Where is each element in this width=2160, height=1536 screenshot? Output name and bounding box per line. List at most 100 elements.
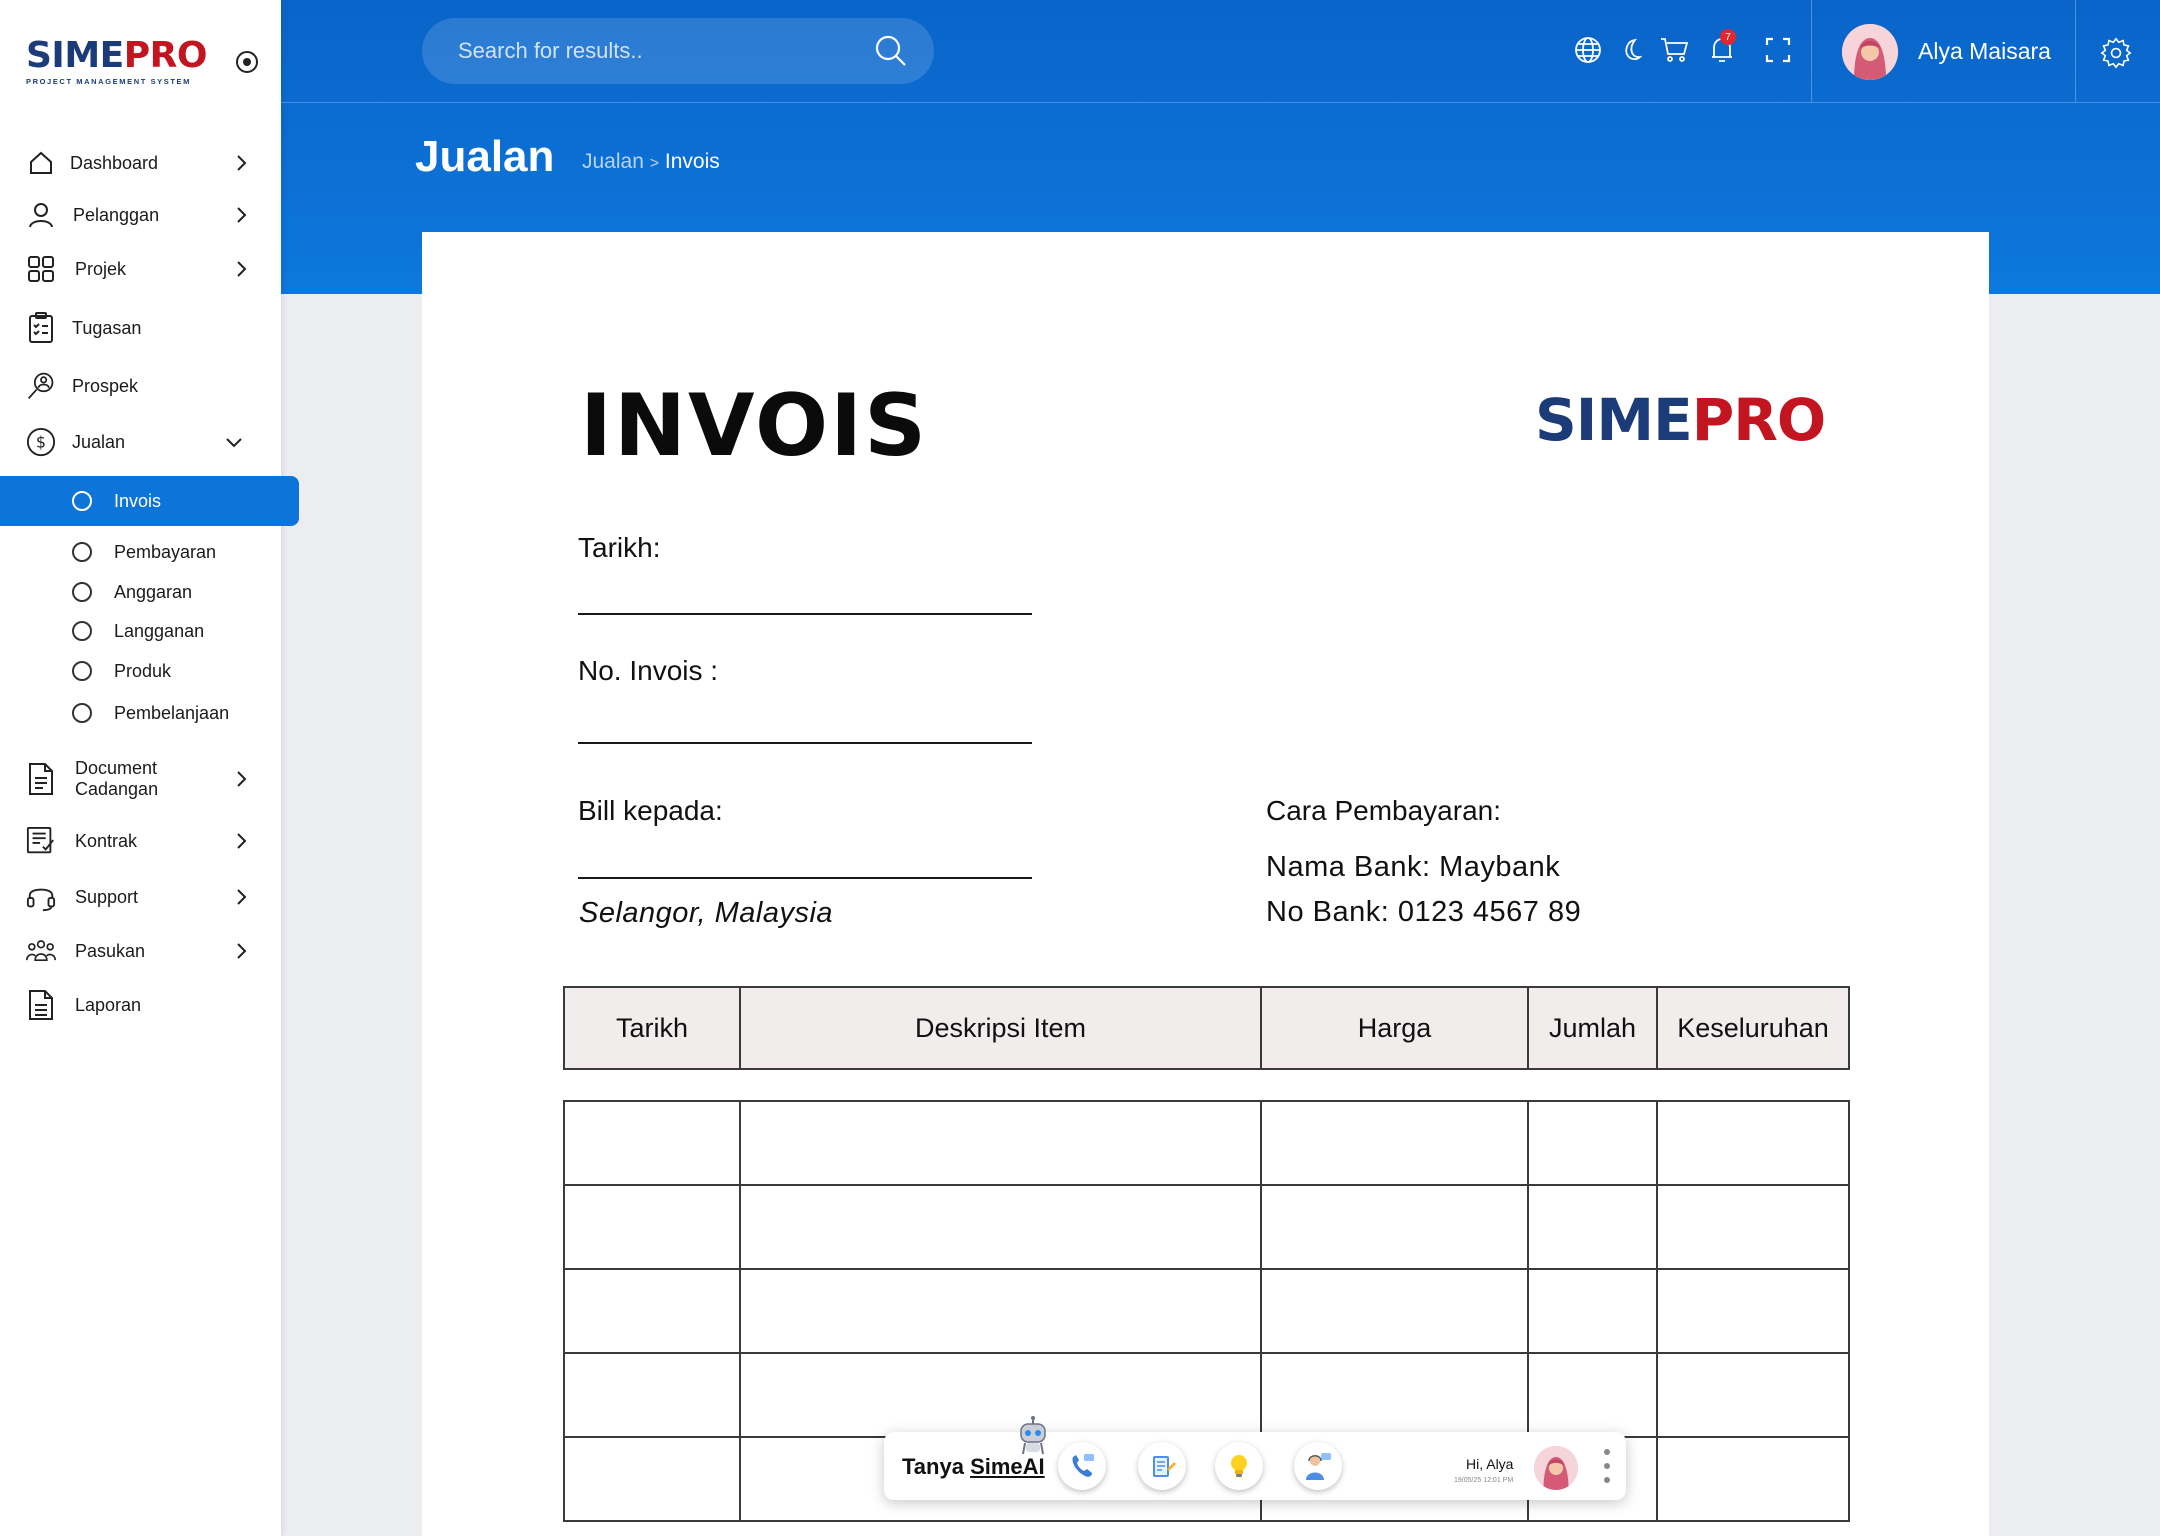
headset-icon bbox=[26, 882, 56, 912]
report-icon bbox=[26, 990, 56, 1020]
more-options-icon[interactable] bbox=[1602, 1446, 1612, 1486]
table-cell[interactable] bbox=[1527, 1268, 1658, 1354]
bill-to-field-line[interactable] bbox=[578, 877, 1032, 879]
table-cell[interactable] bbox=[739, 1100, 1262, 1186]
search-icon[interactable] bbox=[874, 34, 908, 68]
sidebar-item-prospek[interactable]: Prospek bbox=[0, 360, 281, 412]
sidebar-subitem-produk[interactable]: Produk bbox=[0, 651, 300, 691]
sidebar-item-projek[interactable]: Projek bbox=[0, 243, 281, 295]
breadcrumb-parent[interactable]: Jualan bbox=[582, 150, 644, 173]
cart-icon[interactable] bbox=[1658, 34, 1690, 66]
sidebar-item-document-cadangan[interactable]: Document Cadangan bbox=[0, 752, 281, 806]
chat-greeting: Hi, Alya bbox=[1466, 1456, 1514, 1472]
sidebar-item-label: Prospek bbox=[72, 375, 139, 396]
brand-logo[interactable]: SIMEPRO PROJECT MANAGEMENT SYSTEM bbox=[26, 35, 207, 87]
radio-dot-icon bbox=[72, 703, 92, 723]
invoice-logo: SIMEPRO bbox=[1535, 386, 1826, 454]
table-cell[interactable] bbox=[1656, 1268, 1850, 1354]
sidebar-item-label: Jualan bbox=[72, 431, 126, 452]
payment-method-label: Cara Pembayaran: bbox=[1266, 795, 1502, 826]
table-cell[interactable] bbox=[1260, 1184, 1529, 1270]
radio-dot-icon bbox=[72, 542, 92, 562]
user-avatar[interactable] bbox=[1842, 24, 1898, 80]
radio-dot-icon bbox=[72, 491, 92, 511]
radio-dot-icon bbox=[72, 582, 92, 602]
table-cell[interactable] bbox=[739, 1352, 1262, 1438]
user-name[interactable]: Alya Maisara bbox=[1918, 38, 2051, 65]
ask-brand: SimeAI bbox=[970, 1454, 1045, 1479]
moon-icon[interactable] bbox=[1614, 34, 1646, 66]
table-cell[interactable] bbox=[1527, 1352, 1658, 1438]
table-cell[interactable] bbox=[1260, 1352, 1529, 1438]
date-label: Tarikh: bbox=[578, 532, 661, 563]
table-cell[interactable] bbox=[1656, 1184, 1850, 1270]
table-cell[interactable] bbox=[563, 1100, 741, 1186]
table-row bbox=[563, 1268, 1850, 1354]
sidebar-toggle-icon[interactable] bbox=[236, 51, 258, 73]
sidebar-item-label: Document Cadangan bbox=[75, 758, 159, 799]
table-cell[interactable] bbox=[1656, 1436, 1850, 1522]
clipboard-icon bbox=[26, 312, 56, 343]
table-cell[interactable] bbox=[739, 1268, 1262, 1354]
invoice-number-field-line[interactable] bbox=[578, 742, 1032, 744]
notes-icon[interactable] bbox=[1138, 1442, 1186, 1490]
sidebar-subitem-pembayaran[interactable]: Pembayaran bbox=[0, 532, 300, 572]
sidebar-item-kontrak[interactable]: Kontrak bbox=[0, 815, 281, 867]
sidebar-subitem-pembelanjaan[interactable]: Pembelanjaan bbox=[0, 693, 300, 733]
table-cell[interactable] bbox=[1656, 1100, 1850, 1186]
document-icon bbox=[26, 763, 56, 795]
sidebar-item-label: Laporan bbox=[75, 994, 142, 1015]
ask-simeai-label[interactable]: Tanya SimeAI bbox=[902, 1454, 1045, 1480]
date-field-line[interactable] bbox=[578, 613, 1032, 615]
table-cell[interactable] bbox=[1527, 1100, 1658, 1186]
simeai-chat-widget[interactable]: Tanya SimeAI Hi, Alya 19/05/25 12:01 PM bbox=[884, 1416, 1626, 1500]
invoice-title: INVOIS bbox=[580, 376, 929, 476]
invoice-number-label: No. Invois : bbox=[578, 655, 719, 686]
globe-icon[interactable] bbox=[1572, 34, 1604, 66]
table-row bbox=[563, 1184, 1850, 1270]
table-cell[interactable] bbox=[563, 1268, 741, 1354]
search-input[interactable] bbox=[458, 18, 858, 84]
sidebar-item-label: Pelanggan bbox=[73, 204, 160, 225]
brand-part1: SIME bbox=[26, 35, 124, 76]
phone-icon[interactable] bbox=[1058, 1442, 1106, 1490]
support-agent-icon[interactable] bbox=[1294, 1442, 1342, 1490]
gear-icon[interactable] bbox=[2100, 37, 2132, 69]
table-cell[interactable] bbox=[563, 1436, 741, 1522]
fullscreen-icon[interactable] bbox=[1762, 34, 1794, 66]
table-cell[interactable] bbox=[1260, 1100, 1529, 1186]
sidebar-item-support[interactable]: Support bbox=[0, 871, 281, 923]
sidebar-item-tugasan[interactable]: Tugasan bbox=[0, 302, 281, 354]
sidebar-item-pelanggan[interactable]: Pelanggan bbox=[0, 189, 281, 241]
column-header-jumlah: Jumlah bbox=[1527, 986, 1658, 1070]
sidebar-item-label: Kontrak bbox=[75, 830, 138, 851]
sidebar-item-laporan[interactable]: Laporan bbox=[0, 979, 281, 1031]
breadcrumb-current: Invois bbox=[664, 150, 720, 173]
table-cell[interactable] bbox=[563, 1184, 741, 1270]
brand-tagline: PROJECT MANAGEMENT SYSTEM bbox=[26, 77, 192, 86]
sidebar-subitem-anggaran[interactable]: Anggaran bbox=[0, 572, 300, 612]
sidebar-item-pasukan[interactable]: Pasukan bbox=[0, 925, 281, 977]
sidebar-item-dashboard[interactable]: Dashboard bbox=[0, 137, 281, 189]
search-bar[interactable] bbox=[422, 18, 934, 84]
column-header-deskripsi: Deskripsi Item bbox=[739, 986, 1262, 1070]
sidebar-item-jualan[interactable]: $ Jualan bbox=[0, 416, 281, 468]
sidebar-item-label: Projek bbox=[75, 258, 127, 279]
invoice-logo-part2: PRO bbox=[1691, 386, 1826, 454]
sidebar-item-label: Dashboard bbox=[70, 152, 159, 173]
lightbulb-icon[interactable] bbox=[1215, 1442, 1263, 1490]
bill-to-label: Bill kepada: bbox=[578, 795, 723, 826]
chevron-right-icon bbox=[230, 204, 252, 226]
table-cell[interactable] bbox=[1656, 1352, 1850, 1438]
radio-dot-icon bbox=[72, 661, 92, 681]
table-cell[interactable] bbox=[1527, 1184, 1658, 1270]
table-cell[interactable] bbox=[739, 1184, 1262, 1270]
sidebar-subitem-invois[interactable]: Invois bbox=[0, 476, 299, 526]
table-cell[interactable] bbox=[1260, 1268, 1529, 1354]
table-cell[interactable] bbox=[563, 1352, 741, 1438]
sidebar-subitem-label: Pembelanjaan bbox=[114, 702, 230, 723]
svg-text:$: $ bbox=[36, 433, 46, 452]
chevron-right-icon bbox=[230, 258, 252, 280]
ask-prefix: Tanya bbox=[902, 1454, 971, 1479]
sidebar-subitem-langganan[interactable]: Langganan bbox=[0, 611, 300, 651]
